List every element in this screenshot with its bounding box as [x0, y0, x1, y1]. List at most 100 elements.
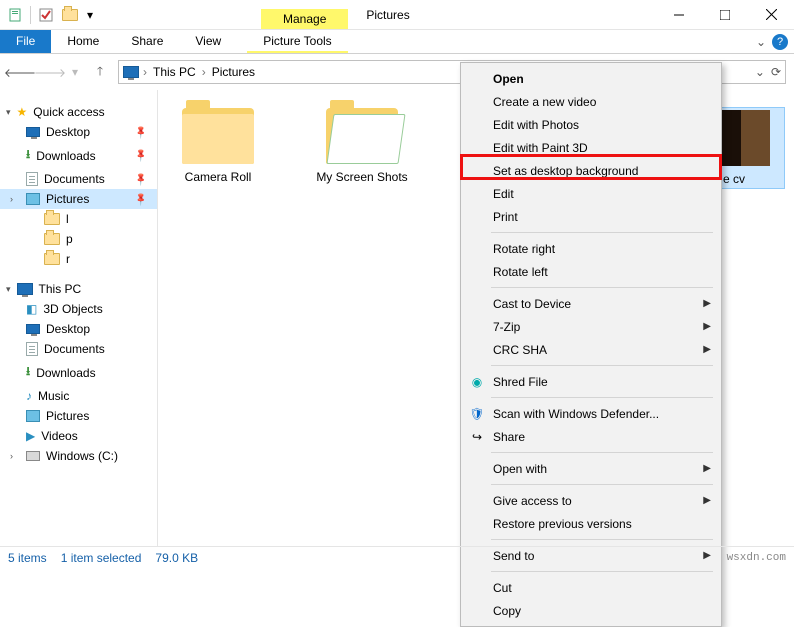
help-icon[interactable]: ? — [772, 34, 788, 50]
ctx-separator — [491, 539, 713, 540]
ctx-edit-photos[interactable]: Edit with Photos — [461, 113, 721, 136]
qat-folder-icon[interactable] — [59, 4, 81, 26]
window-title: Pictures — [348, 8, 427, 22]
ctx-separator — [491, 232, 713, 233]
ctx-give-access[interactable]: Give access to▶ — [461, 489, 721, 512]
ctx-edit-paint3d[interactable]: Edit with Paint 3D — [461, 136, 721, 159]
ctx-crc[interactable]: CRC SHA▶ — [461, 338, 721, 361]
ctx-label: 7-Zip — [493, 320, 520, 334]
sidebar-item-downloads-2[interactable]: ⭳Downloads — [0, 359, 157, 386]
sidebar-item-downloads[interactable]: ⭳Downloads — [0, 142, 157, 169]
up-button[interactable]: 🡑 — [88, 60, 112, 84]
this-pc-icon — [123, 66, 139, 78]
qat-dropdown-icon[interactable]: ▾ — [83, 4, 97, 26]
sidebar-item-3d-objects[interactable]: ◧ 3D Objects — [0, 299, 157, 319]
folder-camera-roll[interactable]: Camera Roll — [168, 108, 268, 184]
ctx-shred[interactable]: ◉Shred File — [461, 370, 721, 393]
crumb-pictures[interactable]: Pictures — [210, 65, 257, 79]
ctx-separator — [491, 287, 713, 288]
sidebar-item-desktop-2[interactable]: Desktop — [0, 319, 157, 339]
quick-access-toolbar: ▾ — [0, 4, 101, 26]
sidebar-item-folder-r[interactable]: r — [0, 249, 157, 269]
ctx-label: Rotate right — [493, 242, 555, 256]
back-button[interactable]: 🡐 — [8, 60, 32, 84]
ctx-label: Scan with Windows Defender... — [493, 407, 659, 421]
ctx-restore[interactable]: Restore previous versions — [461, 512, 721, 535]
ctx-print[interactable]: Print — [461, 205, 721, 228]
ctx-edit[interactable]: Edit — [461, 182, 721, 205]
sidebar-item-desktop[interactable]: Desktop — [0, 122, 157, 142]
ctx-label: CRC SHA — [493, 343, 547, 357]
ctx-label: Print — [493, 210, 518, 224]
pictures-icon — [26, 193, 40, 205]
documents-icon — [26, 342, 38, 356]
ctx-rotate-left[interactable]: Rotate left — [461, 260, 721, 283]
folder-icon — [44, 253, 60, 265]
sidebar-label: l — [66, 212, 69, 226]
status-selection: 1 item selected — [61, 551, 142, 565]
address-dropdown-icon[interactable]: ⌄ — [755, 65, 765, 79]
sidebar-item-pictures-2[interactable]: Pictures — [0, 406, 157, 426]
sidebar-label: 3D Objects — [43, 302, 102, 316]
ctx-open-with[interactable]: Open with▶ — [461, 457, 721, 480]
recent-dropdown-icon[interactable]: ▾ — [68, 60, 82, 84]
tab-home[interactable]: Home — [51, 30, 115, 53]
shield-icon: 🛡 — [469, 407, 485, 421]
sidebar-item-pictures[interactable]: ›Pictures — [0, 189, 157, 209]
sidebar-item-music[interactable]: ♪Music — [0, 386, 157, 406]
shred-icon: ◉ — [469, 375, 485, 389]
ctx-7zip[interactable]: 7-Zip▶ — [461, 315, 721, 338]
sidebar-label: Documents — [44, 172, 105, 186]
sidebar-item-documents[interactable]: Documents — [0, 169, 157, 189]
ctx-open[interactable]: Open — [461, 67, 721, 90]
ctx-share[interactable]: ↪Share — [461, 425, 721, 448]
close-button[interactable] — [748, 0, 794, 30]
qat-separator — [30, 6, 31, 24]
qat-checkbox-icon[interactable] — [35, 4, 57, 26]
breadcrumb-sep: › — [143, 65, 147, 79]
quick-access-group[interactable]: ▾ ★ Quick access — [0, 102, 157, 122]
tab-view[interactable]: View — [179, 30, 237, 53]
ctx-label: Copy — [493, 604, 521, 618]
file-label: Camera Roll — [168, 170, 268, 184]
submenu-arrow-icon: ▶ — [703, 463, 711, 474]
this-pc-group[interactable]: ▾ This PC — [0, 279, 157, 299]
sidebar-item-folder-p[interactable]: p — [0, 229, 157, 249]
sidebar-label: Pictures — [46, 409, 89, 423]
refresh-icon[interactable]: ⟳ — [771, 65, 781, 79]
sidebar-label: Desktop — [46, 322, 90, 336]
sidebar-item-windows-c[interactable]: ›Windows (C:) — [0, 446, 157, 466]
ctx-label: Rotate left — [493, 265, 548, 279]
folder-screenshots[interactable]: My Screen Shots — [312, 108, 412, 184]
forward-button[interactable]: 🡒 — [38, 60, 62, 84]
ctx-cut[interactable]: Cut — [461, 576, 721, 599]
tab-picture-tools[interactable]: Picture Tools — [247, 30, 347, 53]
ctx-cast[interactable]: Cast to Device▶ — [461, 292, 721, 315]
sidebar-label: Music — [38, 389, 69, 403]
desktop-icon — [26, 127, 40, 137]
qat-properties-icon[interactable] — [4, 4, 26, 26]
minimize-button[interactable] — [656, 0, 702, 30]
tab-file[interactable]: File — [0, 30, 51, 53]
ctx-create-video[interactable]: Create a new video — [461, 90, 721, 113]
ctx-set-background[interactable]: Set as desktop background — [461, 159, 721, 182]
folder-icon — [44, 213, 60, 225]
tab-share[interactable]: Share — [115, 30, 179, 53]
share-icon: ↪ — [469, 430, 485, 444]
cube-icon: ◧ — [26, 302, 37, 316]
ctx-copy[interactable]: Copy — [461, 599, 721, 622]
status-size: 79.0 KB — [155, 551, 198, 565]
ctx-rotate-right[interactable]: Rotate right — [461, 237, 721, 260]
ctx-separator — [491, 452, 713, 453]
sidebar-item-folder-l[interactable]: l — [0, 209, 157, 229]
disk-icon — [26, 451, 40, 461]
sidebar-item-documents-2[interactable]: Documents — [0, 339, 157, 359]
breadcrumb-sep: › — [202, 65, 206, 79]
ribbon-expand-icon[interactable]: ⌄ — [756, 35, 766, 49]
ctx-label: Edit with Photos — [493, 118, 579, 132]
maximize-button[interactable] — [702, 0, 748, 30]
ctx-defender[interactable]: 🛡 Scan with Windows Defender... — [461, 402, 721, 425]
sidebar-item-videos[interactable]: ▶Videos — [0, 426, 157, 446]
crumb-this-pc[interactable]: This PC — [151, 65, 198, 79]
sidebar-label: Downloads — [36, 149, 95, 163]
